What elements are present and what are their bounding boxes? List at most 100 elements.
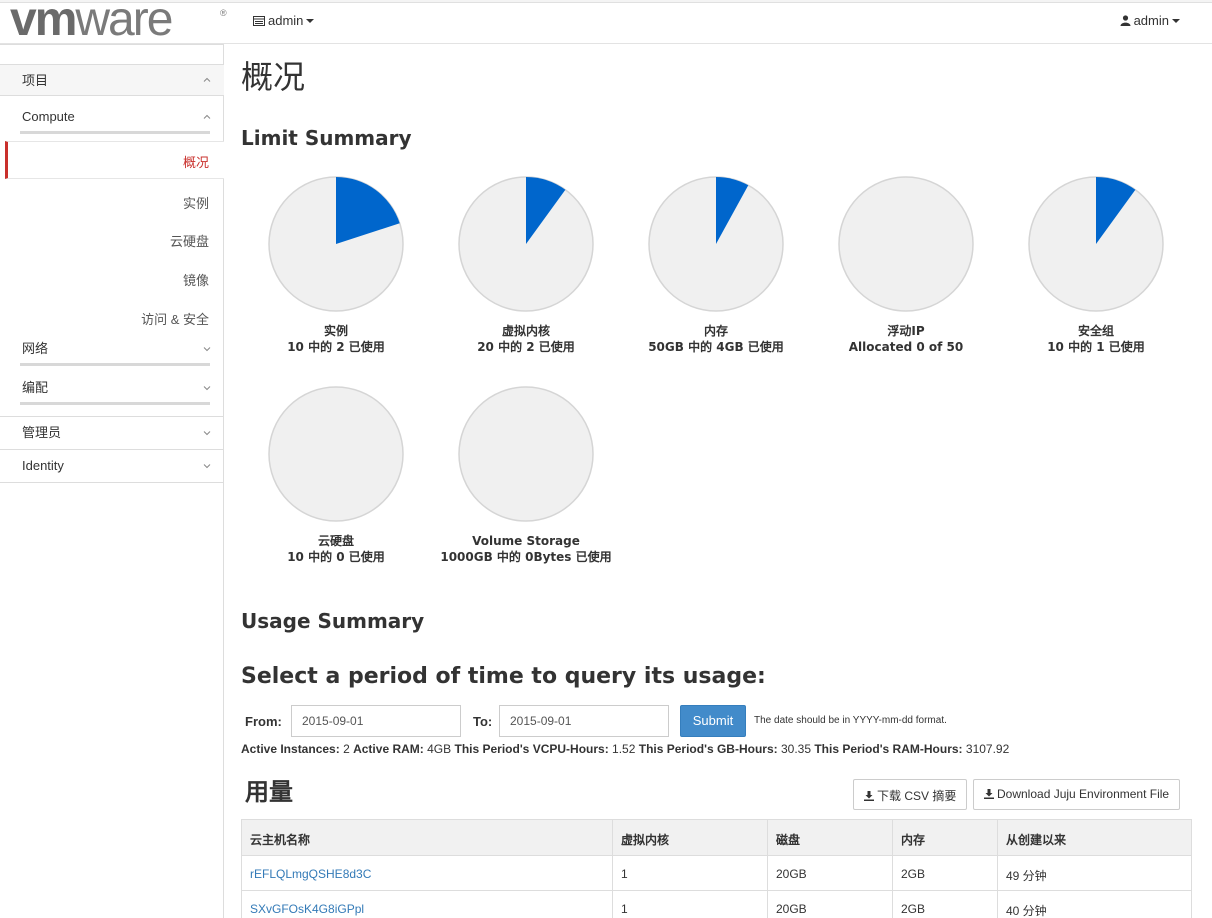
chevron-up-icon <box>203 77 211 82</box>
sidebar-item-instances[interactable]: 实例 <box>183 193 209 212</box>
pie-name: 浮动IP <box>887 324 925 338</box>
pie-name: 内存 <box>703 324 728 338</box>
sidebar-item-images[interactable]: 镜像 <box>183 270 209 289</box>
download-juju-button[interactable]: Download Juju Environment File <box>973 779 1181 810</box>
limit-pie-chart: 虚拟内核 20 中的 2 已使用 <box>436 174 616 355</box>
logo-registered-mark: ® <box>220 8 227 18</box>
pie-svg <box>268 386 404 522</box>
usage-stats: Active Instances: 2 Active RAM: 4GB This… <box>241 742 1009 756</box>
pie-caption: 10 中的 1 已使用 <box>1047 340 1145 354</box>
stat-active-ram: 4GB <box>427 742 452 756</box>
caret-down-icon <box>1172 19 1180 23</box>
sidebar-item-volumes[interactable]: 云硬盘 <box>170 231 209 250</box>
pie-name: 虚拟内核 <box>501 324 550 338</box>
cell-vcpus: 1 <box>612 891 767 918</box>
pie-label: Volume Storage 1000GB 中的 0Bytes 已使用 <box>436 533 616 565</box>
pie-svg <box>1028 176 1164 312</box>
sidebar-separator <box>20 131 210 134</box>
chevron-down-icon <box>203 347 211 352</box>
top-navbar: vmware ® admin admin <box>0 0 1212 46</box>
folder-icon <box>253 16 265 26</box>
sidebar-section-admin[interactable]: 管理员 <box>0 420 224 446</box>
to-label: To: <box>473 714 493 729</box>
main-content: 概况 Limit Summary 实例 10 中的 2 已使用 虚拟内核 20 中的 … <box>224 44 1212 918</box>
sidebar-section-network[interactable]: 网络 <box>0 336 224 362</box>
sidebar-section-identity[interactable]: Identity <box>0 453 224 479</box>
sidebar-section-project[interactable]: 项目 <box>0 64 224 96</box>
pie-label: 浮动IP Allocated 0 of 50 <box>816 323 996 355</box>
sidebar-item-overview[interactable]: 概况 <box>183 152 209 171</box>
stat-label: Active Instances: <box>241 742 340 756</box>
chevron-up-icon <box>203 114 211 119</box>
sidebar-section-label: Identity <box>22 458 64 473</box>
pie-name: Volume Storage <box>472 534 580 548</box>
caret-down-icon <box>306 19 315 23</box>
vmware-logo[interactable]: vmware ® <box>8 0 227 46</box>
download-csv-button[interactable]: 下载 CSV 摘要 <box>853 779 968 810</box>
limit-pie-chart: 云硬盘 10 中的 0 已使用 <box>246 384 426 565</box>
sidebar-section-label: Compute <box>22 109 75 124</box>
column-header-uptime[interactable]: 从创建以来 <box>997 820 1193 855</box>
cell-instance-name: SXvGFOsK4G8iGPpl <box>242 891 612 918</box>
project-dropdown[interactable]: admin <box>253 13 315 28</box>
pie-caption: 10 中的 2 已使用 <box>287 340 385 354</box>
pie-label: 实例 10 中的 2 已使用 <box>246 323 426 355</box>
cell-ram: 2GB <box>892 891 997 918</box>
instance-link[interactable]: rEFLQLmgQSHE8d3C <box>250 867 371 881</box>
chevron-down-icon <box>203 431 211 436</box>
select-period-heading: Select a period of time to query its usa… <box>241 664 766 689</box>
stat-label: This Period's GB-Hours: <box>638 742 778 756</box>
pie-caption: 10 中的 0 已使用 <box>287 550 385 564</box>
pie-background <box>458 386 594 522</box>
column-header-vcpus[interactable]: 虚拟内核 <box>612 820 767 855</box>
submit-button[interactable]: Submit <box>680 705 746 737</box>
project-dropdown-label: admin <box>268 13 304 28</box>
sidebar-section-label: 项目 <box>22 73 49 88</box>
from-date-input[interactable]: 2015-09-01 <box>291 705 461 737</box>
table-header-row: 云主机名称 虚拟内核 磁盘 内存 从创建以来 <box>242 820 1191 856</box>
limit-pie-chart: 内存 50GB 中的 4GB 已使用 <box>626 174 806 355</box>
column-header-ram[interactable]: 内存 <box>892 820 997 855</box>
sidebar-divider <box>0 482 224 483</box>
cell-disk: 20GB <box>767 856 892 890</box>
sidebar-separator <box>20 363 210 366</box>
pie-svg <box>458 176 594 312</box>
download-juju-label: Download Juju Environment File <box>997 787 1170 801</box>
sidebar-item-access-security[interactable]: 访问 & 安全 <box>141 309 209 328</box>
sidebar-divider <box>0 44 224 45</box>
user-icon <box>1120 15 1131 26</box>
usage-table-heading: 用量 <box>245 778 293 806</box>
cell-ram: 2GB <box>892 856 997 890</box>
pie-svg <box>838 176 974 312</box>
sidebar-section-compute[interactable]: Compute <box>0 104 224 130</box>
pie-caption: 50GB 中的 4GB 已使用 <box>648 340 784 354</box>
sidebar-section-orchestration[interactable]: 编配 <box>0 375 224 401</box>
pie-name: 安全组 <box>1077 324 1114 338</box>
cell-disk: 20GB <box>767 891 892 918</box>
pie-label: 云硬盘 10 中的 0 已使用 <box>246 533 426 565</box>
sidebar-divider <box>0 416 224 417</box>
download-icon <box>864 791 874 801</box>
date-format-hint: The date should be in YYYY-mm-dd format. <box>754 715 947 726</box>
pie-svg <box>648 176 784 312</box>
chevron-down-icon <box>203 386 211 391</box>
limit-pie-chart: Volume Storage 1000GB 中的 0Bytes 已使用 <box>436 384 616 565</box>
stat-label: This Period's VCPU-Hours: <box>454 742 609 756</box>
cell-uptime: 49 分钟 <box>997 856 1193 890</box>
stat-label: This Period's RAM-Hours: <box>814 742 963 756</box>
sidebar: 项目 Compute 概况 实例 云硬盘 镜像 访问 & 安全 网络 编配 管理… <box>0 44 224 918</box>
instance-link[interactable]: SXvGFOsK4G8iGPpl <box>250 902 364 916</box>
stat-active-instances: 2 <box>343 742 350 756</box>
sidebar-section-label: 网络 <box>22 341 49 356</box>
column-header-instance-name[interactable]: 云主机名称 <box>242 820 612 855</box>
sidebar-section-label: 管理员 <box>22 425 62 440</box>
download-icon <box>984 789 994 799</box>
pie-caption: 1000GB 中的 0Bytes 已使用 <box>440 550 612 564</box>
column-header-disk[interactable]: 磁盘 <box>767 820 892 855</box>
table-row: SXvGFOsK4G8iGPpl 1 20GB 2GB 40 分钟 <box>242 891 1191 918</box>
stat-vcpu-hours: 1.52 <box>612 742 636 756</box>
sidebar-section-label: 编配 <box>22 380 49 395</box>
table-row: rEFLQLmgQSHE8d3C 1 20GB 2GB 49 分钟 <box>242 856 1191 891</box>
to-date-input[interactable]: 2015-09-01 <box>499 705 669 737</box>
user-dropdown[interactable]: admin <box>1120 13 1180 28</box>
